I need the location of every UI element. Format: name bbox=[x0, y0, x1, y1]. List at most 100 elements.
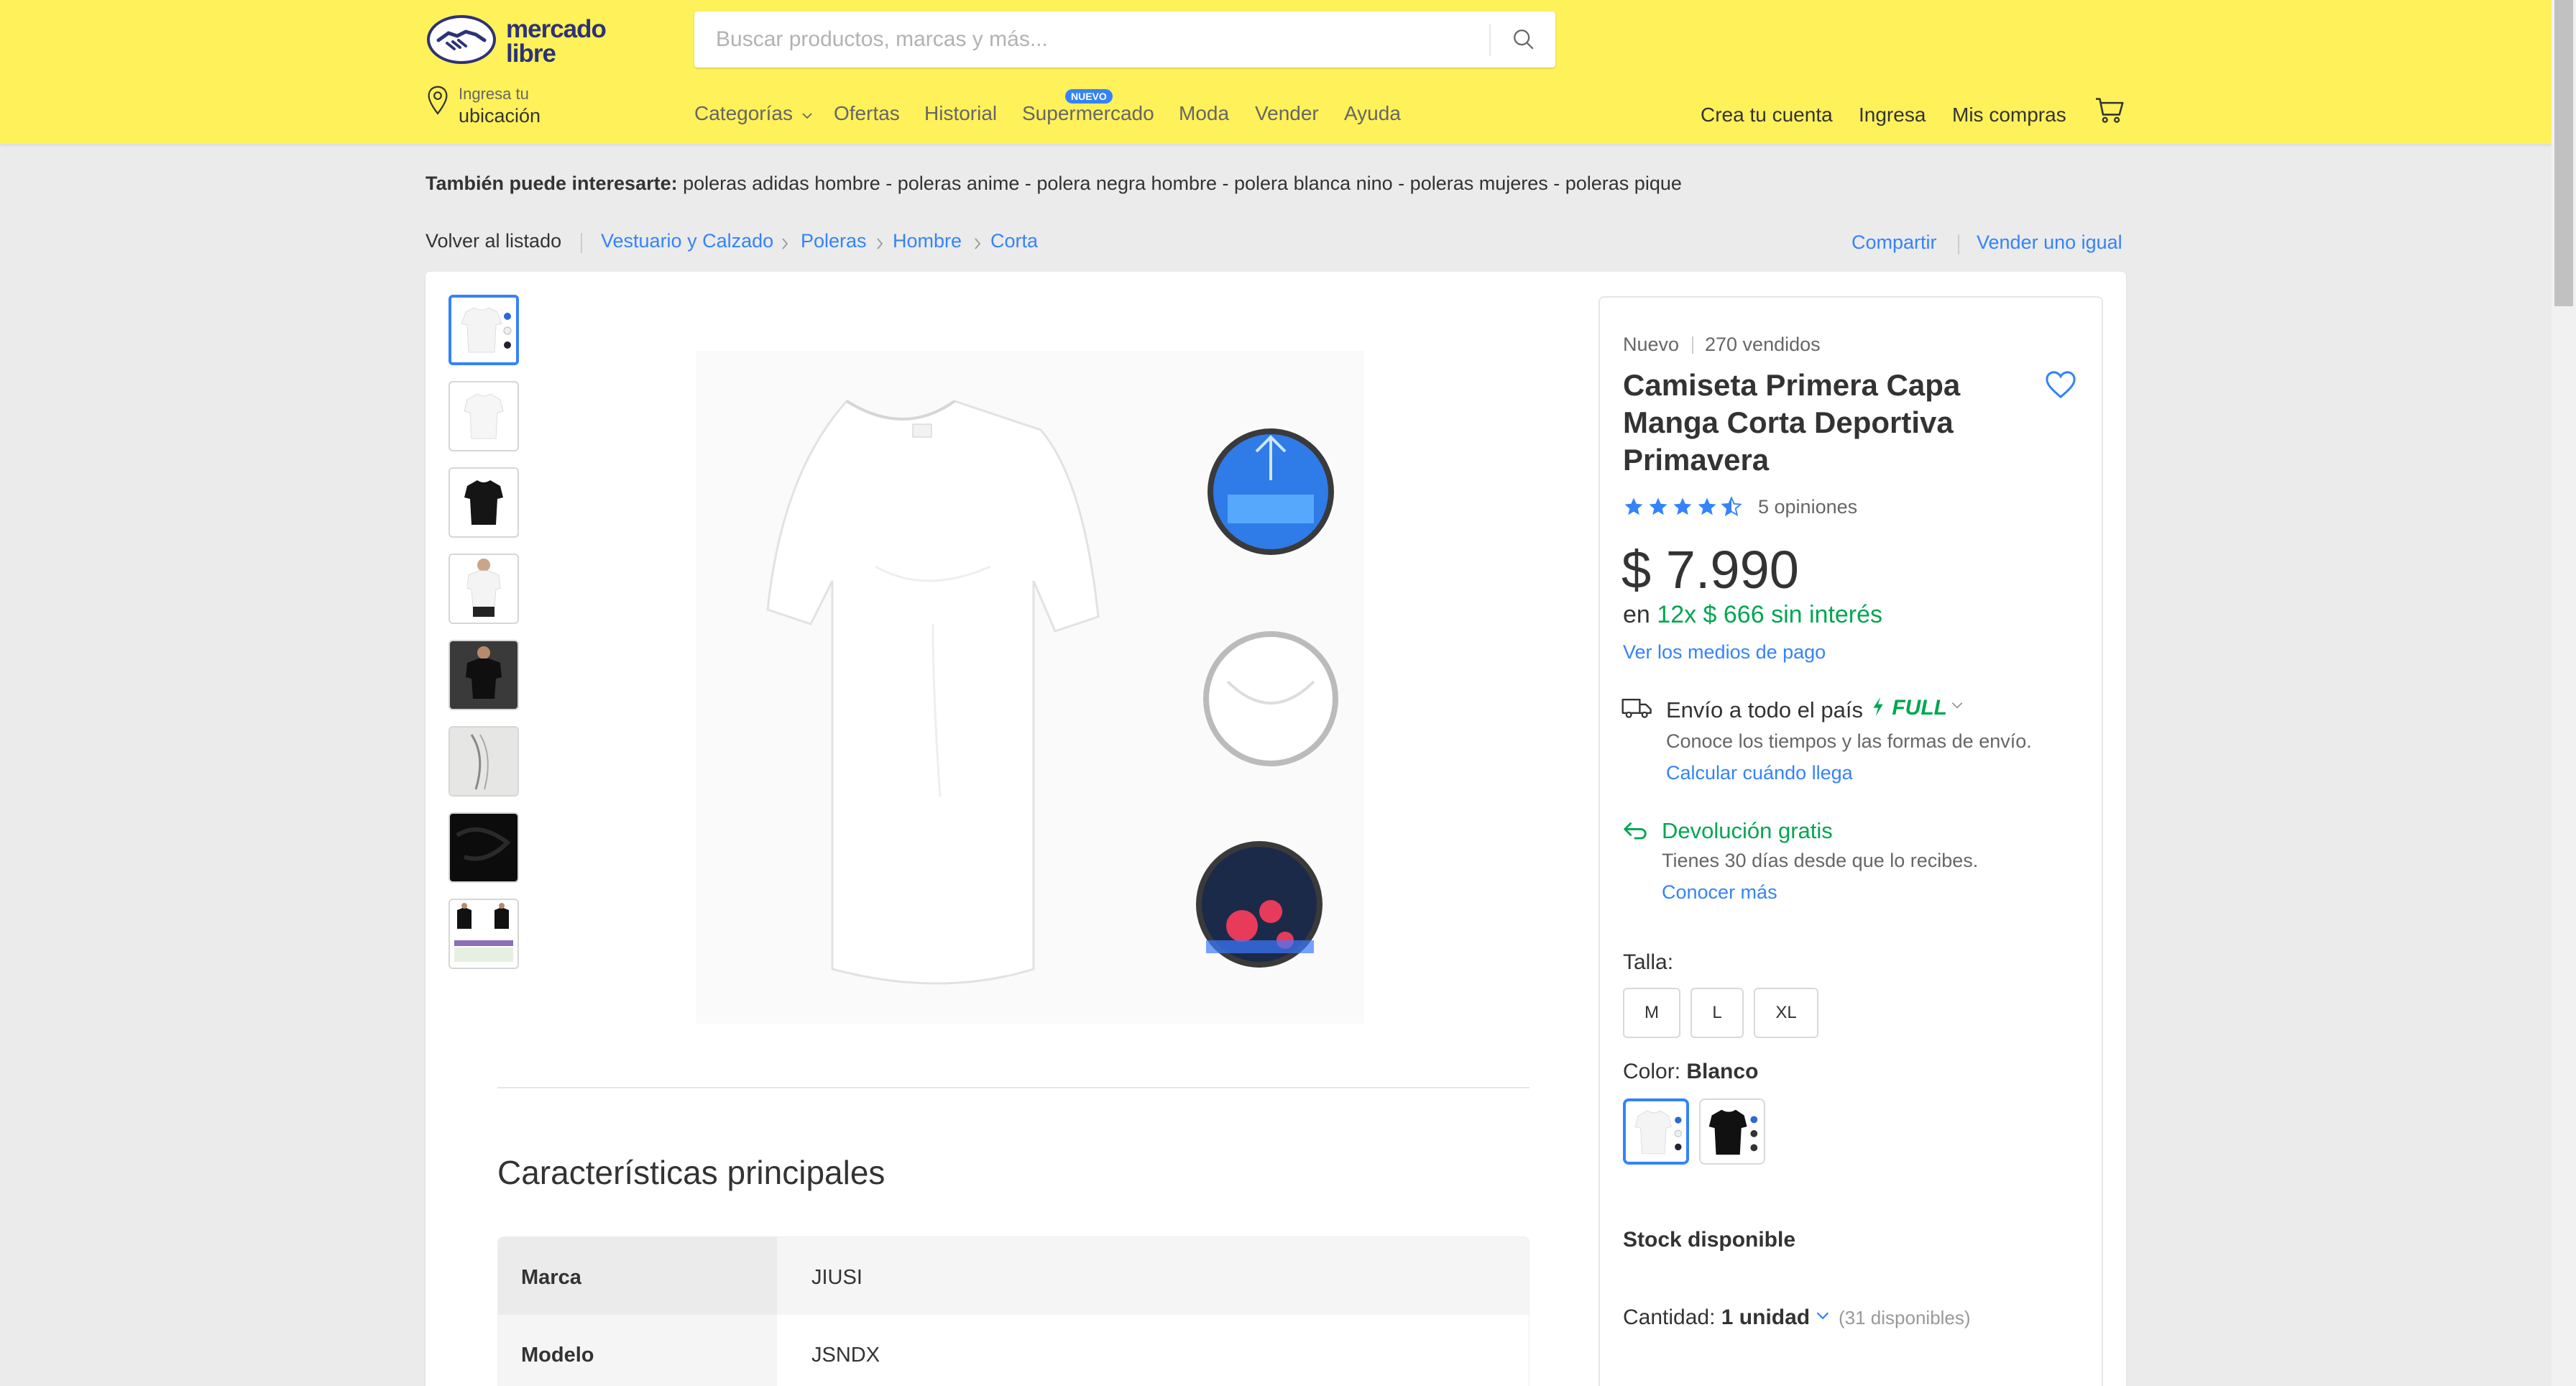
scrollbar-thumb[interactable] bbox=[2554, 0, 2573, 306]
star-full-icon bbox=[1673, 497, 1692, 515]
condition-label: Nuevo bbox=[1623, 334, 1680, 355]
thumbnail-2[interactable] bbox=[448, 381, 519, 451]
spec-key: Modelo bbox=[498, 1315, 777, 1386]
color-swatch-white[interactable] bbox=[1623, 1098, 1689, 1165]
tshirt-black-thumb-icon bbox=[464, 480, 503, 525]
star-full-icon bbox=[1624, 497, 1643, 515]
related-label: También puede interesarte: bbox=[426, 173, 678, 194]
price: $ 7.990 bbox=[1622, 540, 1799, 600]
nav-ayuda[interactable]: Ayuda bbox=[1344, 102, 1401, 125]
thumbnail-7[interactable] bbox=[448, 812, 519, 883]
nav-categorias[interactable]: Categorías bbox=[694, 102, 813, 125]
model-black-shirt-thumb-icon bbox=[450, 641, 518, 709]
star-full-icon bbox=[1698, 497, 1716, 515]
characteristics-table: Marca JIUSI Modelo JSNDX bbox=[497, 1236, 1530, 1386]
lightning-icon bbox=[1873, 697, 1883, 717]
search-button[interactable] bbox=[1492, 12, 1555, 68]
breadcrumb-item[interactable]: Vestuario y Calzado bbox=[601, 230, 773, 252]
logo-text: mercado libre bbox=[506, 15, 607, 68]
thumbnail-6[interactable] bbox=[448, 726, 519, 797]
back-to-list-link[interactable]: Volver al listado bbox=[426, 230, 561, 252]
my-purchases-link[interactable]: Mis compras bbox=[1952, 104, 2066, 127]
chevron-right-icon bbox=[782, 238, 788, 249]
sold-count: 270 vendidos bbox=[1705, 334, 1821, 355]
cart-icon bbox=[2096, 98, 2124, 123]
mercadolibre-logo[interactable]: mercado libre bbox=[426, 13, 627, 66]
share-separator bbox=[1958, 234, 1959, 254]
payment-methods-link[interactable]: Ver los medios de pago bbox=[1623, 641, 1826, 664]
learn-more-link[interactable]: Conocer más bbox=[1662, 881, 1777, 904]
spec-value: JSNDX bbox=[777, 1315, 1529, 1386]
star-half-icon bbox=[1721, 496, 1742, 517]
installments: en 12x $ 666 sin interés bbox=[1623, 601, 1883, 628]
white-tshirt-image-icon bbox=[696, 351, 1364, 1024]
calculate-delivery-link[interactable]: Calcular cuándo llega bbox=[1666, 762, 1853, 784]
search-input[interactable] bbox=[694, 12, 1489, 68]
rating-stars[interactable] bbox=[1623, 496, 1742, 518]
fabric-black-thumb-icon bbox=[450, 814, 518, 881]
table-row: Modelo JSNDX bbox=[498, 1315, 1529, 1386]
favorite-button[interactable] bbox=[2044, 370, 2077, 403]
return-arrow-icon bbox=[1624, 822, 1647, 840]
tshirt-white-thumb-icon bbox=[461, 307, 512, 353]
chevron-down-icon[interactable] bbox=[1816, 1310, 1830, 1321]
login-link[interactable]: Ingresa bbox=[1859, 104, 1926, 127]
thumbnail-5[interactable] bbox=[448, 640, 519, 710]
free-return-subtext: Tienes 30 días desde que lo recibes. bbox=[1662, 850, 1979, 871]
nav-supermercado[interactable]: Supermercado bbox=[1022, 102, 1154, 125]
thumbnail-8[interactable] bbox=[448, 899, 519, 969]
breadcrumb-item[interactable]: Corta bbox=[990, 230, 1038, 252]
heart-icon bbox=[2046, 371, 2076, 399]
quantity-available: (31 disponibles) bbox=[1839, 1307, 1971, 1328]
free-return-title: Devolución gratis bbox=[1662, 818, 1833, 843]
thumbnail-1[interactable] bbox=[448, 295, 519, 365]
thumbnail-4[interactable] bbox=[448, 554, 519, 624]
breadcrumb-item[interactable]: Hombre bbox=[893, 230, 962, 252]
condition-separator bbox=[1692, 336, 1693, 354]
search-icon bbox=[1514, 29, 1534, 50]
spec-key: Marca bbox=[498, 1237, 777, 1315]
star-full-icon bbox=[1649, 497, 1668, 515]
size-chart-thumb-icon bbox=[454, 903, 513, 962]
tshirt-white-swatch-icon bbox=[1634, 1110, 1682, 1155]
search-divider bbox=[1489, 24, 1491, 56]
chevron-down-icon[interactable] bbox=[1951, 700, 1964, 710]
size-option-xl[interactable]: XL bbox=[1754, 988, 1818, 1038]
chevron-right-icon bbox=[877, 238, 883, 249]
breadcrumb-item[interactable]: Poleras bbox=[801, 230, 867, 252]
truck-icon bbox=[1622, 698, 1652, 718]
sell-same-link[interactable]: Vender uno igual bbox=[1977, 231, 2122, 254]
tshirt-white-thumb-icon bbox=[464, 393, 504, 439]
header: mercado libre Ingresa tu ubicación Categ… bbox=[0, 0, 2552, 144]
chevron-right-icon bbox=[975, 238, 981, 249]
handshake-logo-icon bbox=[427, 15, 496, 64]
tshirt-black-swatch-icon bbox=[1708, 1109, 1758, 1155]
product-title: Camiseta Primera Capa Manga Corta Deport… bbox=[1623, 368, 1961, 477]
create-account-link[interactable]: Crea tu cuenta bbox=[1701, 104, 1833, 127]
quantity-selector[interactable]: Cantidad: 1 unidad bbox=[1623, 1305, 1810, 1330]
search-bar bbox=[694, 12, 1555, 68]
reviews-count[interactable]: 5 opiniones bbox=[1758, 496, 1857, 518]
main-product-image[interactable] bbox=[696, 351, 1364, 1024]
share-link[interactable]: Compartir bbox=[1852, 231, 1937, 254]
related-links[interactable]: poleras adidas hombre - poleras anime - … bbox=[683, 173, 1682, 194]
full-badge: FULL bbox=[1870, 696, 1947, 720]
size-option-m[interactable]: M bbox=[1623, 988, 1680, 1038]
nav-historial[interactable]: Historial bbox=[924, 102, 997, 125]
location-selector[interactable]: Ingresa tu ubicación bbox=[426, 82, 569, 131]
characteristics-title: Características principales bbox=[497, 1154, 886, 1191]
model-white-shirt-thumb-icon bbox=[466, 559, 501, 617]
location-pin-icon bbox=[428, 86, 448, 115]
nav-moda[interactable]: Moda bbox=[1179, 102, 1229, 125]
nav-ofertas[interactable]: Ofertas bbox=[834, 102, 900, 125]
spec-value: JIUSI bbox=[777, 1237, 1529, 1315]
breadcrumb-separator bbox=[581, 233, 582, 253]
cart-button[interactable] bbox=[2094, 96, 2126, 129]
color-label: Color: Blanco bbox=[1623, 1060, 1759, 1083]
color-swatch-black[interactable] bbox=[1699, 1098, 1765, 1165]
size-option-l[interactable]: L bbox=[1690, 988, 1744, 1038]
thumbnail-3[interactable] bbox=[448, 467, 519, 538]
table-row: Marca JIUSI bbox=[498, 1237, 1529, 1315]
nav-vender[interactable]: Vender bbox=[1255, 102, 1319, 125]
shipping-label: Envío a todo el país bbox=[1666, 697, 1864, 722]
